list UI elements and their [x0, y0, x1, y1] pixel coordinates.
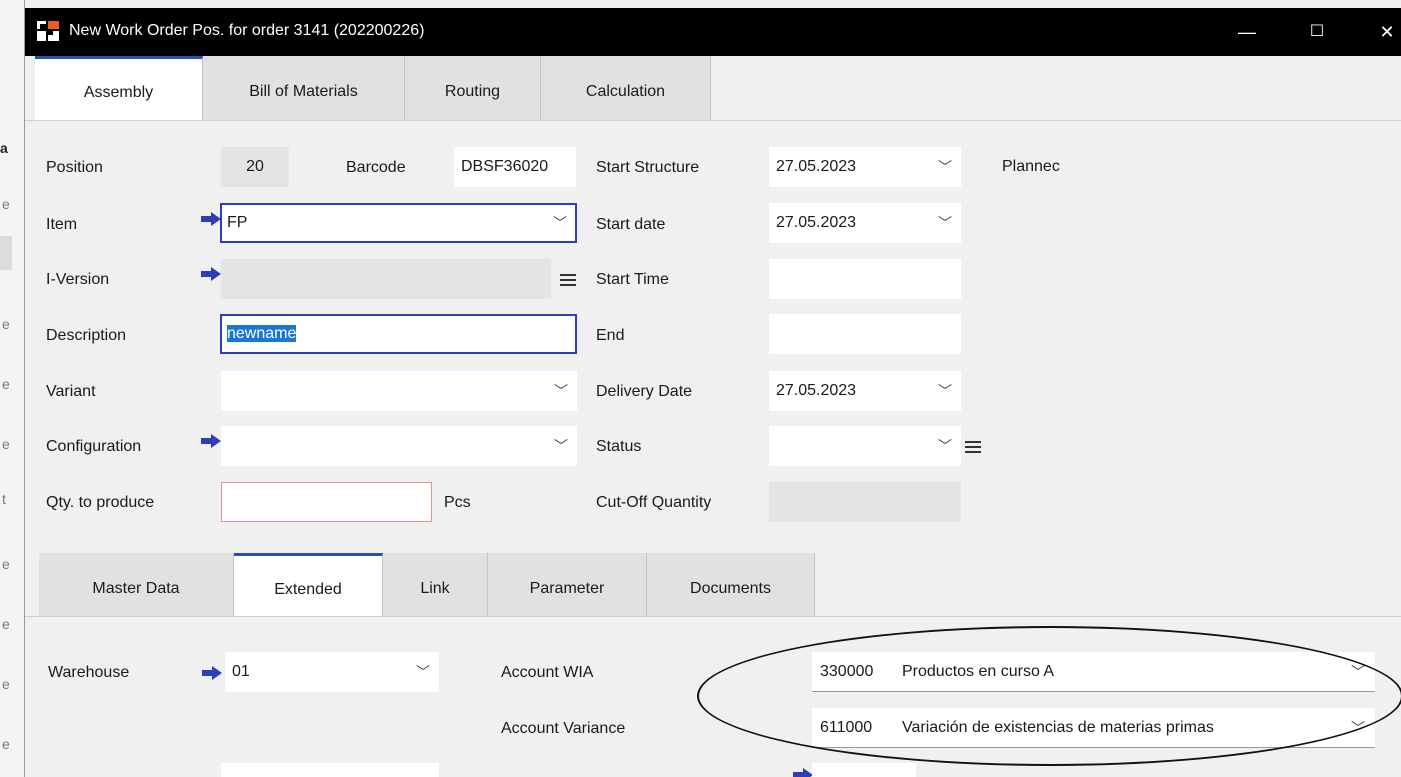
iversion-label: I-Version — [46, 271, 110, 288]
bg-text-fragment: t — [2, 491, 6, 507]
tab-bill-of-materials[interactable]: Bill of Materials — [203, 56, 405, 120]
close-icon[interactable]: ✕ — [1367, 16, 1401, 48]
partial-field[interactable] — [812, 763, 916, 777]
menu-lines-icon[interactable] — [965, 441, 981, 453]
app-logo-icon — [37, 21, 59, 41]
arrow-right-icon[interactable] — [793, 768, 813, 777]
variant-combobox[interactable]: ﹀ — [221, 371, 577, 411]
qty-input[interactable] — [221, 482, 432, 522]
chevron-down-icon[interactable]: ﹀ — [938, 148, 952, 186]
minimize-icon[interactable]: — — [1227, 16, 1267, 48]
qty-unit: Pcs — [444, 494, 471, 511]
status-combobox[interactable]: ﹀ — [769, 426, 961, 466]
subtab-divider — [25, 616, 1401, 617]
account-variance-label: Account Variance — [501, 720, 626, 737]
subtab-documents[interactable]: Documents — [647, 553, 815, 616]
warehouse-value: 01 — [232, 663, 250, 680]
arrow-right-icon[interactable] — [201, 267, 221, 281]
bg-text-fragment: e — [2, 556, 10, 572]
planned-label: Plannec — [1002, 158, 1060, 175]
chevron-down-icon[interactable]: ﹀ — [554, 372, 568, 410]
status-label: Status — [596, 438, 642, 455]
variant-label: Variant — [46, 383, 96, 400]
end-field[interactable] — [769, 314, 961, 354]
start-date-field[interactable]: 27.05.2023 ﹀ — [769, 203, 961, 243]
item-value: FP — [227, 214, 248, 231]
barcode-label: Barcode — [346, 159, 406, 176]
cutoff-field[interactable] — [769, 482, 961, 522]
chevron-down-icon[interactable]: ﹀ — [938, 204, 952, 242]
tab-routing[interactable]: Routing — [405, 56, 541, 120]
start-structure-value: 27.05.2023 — [776, 158, 857, 175]
start-time-label: Start Time — [596, 271, 669, 288]
position-label: Position — [46, 159, 103, 176]
account-wia-label: Account WIA — [501, 664, 594, 681]
background-window-strip: a e e e e t e e e e — [0, 0, 26, 777]
window-title: New Work Order Pos. for order 3141 (2022… — [69, 22, 425, 39]
start-date-value: 27.05.2023 — [776, 214, 857, 231]
chevron-down-icon[interactable]: ﹀ — [554, 427, 568, 465]
arrow-right-icon[interactable] — [201, 212, 221, 226]
chevron-down-icon[interactable]: ﹀ — [553, 205, 567, 241]
description-label: Description — [46, 327, 127, 344]
chevron-down-icon[interactable]: ﹀ — [416, 653, 430, 691]
position-field[interactable]: 20 — [221, 147, 289, 187]
tab-divider — [25, 120, 1401, 121]
arrow-right-icon[interactable] — [201, 434, 221, 448]
iversion-field[interactable] — [221, 259, 551, 299]
delivery-date-value: 27.05.2023 — [776, 382, 857, 399]
bg-text-fragment: e — [2, 316, 10, 332]
description-value: newname — [227, 325, 297, 342]
bg-text-fragment: e — [2, 616, 10, 632]
subtab-extended[interactable]: Extended — [234, 553, 383, 616]
subtab-parameter[interactable]: Parameter — [488, 553, 647, 616]
tab-calculation[interactable]: Calculation — [541, 56, 711, 120]
annotation-ellipse — [697, 626, 1401, 766]
subtab-link[interactable]: Link — [383, 553, 488, 616]
maximize-icon[interactable]: ☐ — [1297, 16, 1337, 48]
partial-field[interactable] — [221, 763, 439, 777]
chevron-down-icon[interactable]: ﹀ — [938, 427, 952, 465]
arrow-right-icon[interactable] — [202, 666, 222, 680]
bg-text-fragment: e — [2, 436, 10, 452]
menu-lines-icon[interactable] — [560, 274, 576, 286]
bg-text-fragment: e — [2, 376, 10, 392]
item-label: Item — [46, 216, 78, 233]
title-bar[interactable]: New Work Order Pos. for order 3141 (2022… — [25, 8, 1401, 56]
start-structure-date[interactable]: 27.05.2023 ﹀ — [769, 147, 961, 187]
chevron-down-icon[interactable]: ﹀ — [938, 372, 952, 410]
start-date-label: Start date — [596, 216, 666, 233]
warehouse-combobox[interactable]: 01 ﹀ — [225, 652, 439, 692]
bg-block — [0, 236, 12, 270]
configuration-combobox[interactable]: ﹀ — [221, 426, 577, 466]
delivery-date-label: Delivery Date — [596, 383, 693, 400]
description-input[interactable]: newname — [220, 314, 577, 354]
end-label: End — [596, 327, 625, 344]
subtab-master-data[interactable]: Master Data — [39, 553, 234, 616]
bg-text-fragment: e — [2, 676, 10, 692]
warehouse-label: Warehouse — [48, 664, 130, 681]
delivery-date-field[interactable]: 27.05.2023 ﹀ — [769, 371, 961, 411]
bg-text-fragment: a — [0, 140, 8, 156]
cutoff-label: Cut-Off Quantity — [596, 494, 712, 511]
item-combobox[interactable]: FP ﹀ — [220, 203, 577, 243]
bg-text-fragment: e — [2, 196, 10, 212]
qty-label: Qty. to produce — [46, 494, 155, 511]
barcode-field[interactable]: DBSF36020 — [454, 147, 576, 187]
tab-assembly[interactable]: Assembly — [35, 56, 203, 120]
start-time-field[interactable] — [769, 259, 961, 299]
configuration-label: Configuration — [46, 438, 142, 455]
start-structure-label: Start Structure — [596, 159, 700, 176]
bg-text-fragment: e — [2, 736, 10, 752]
